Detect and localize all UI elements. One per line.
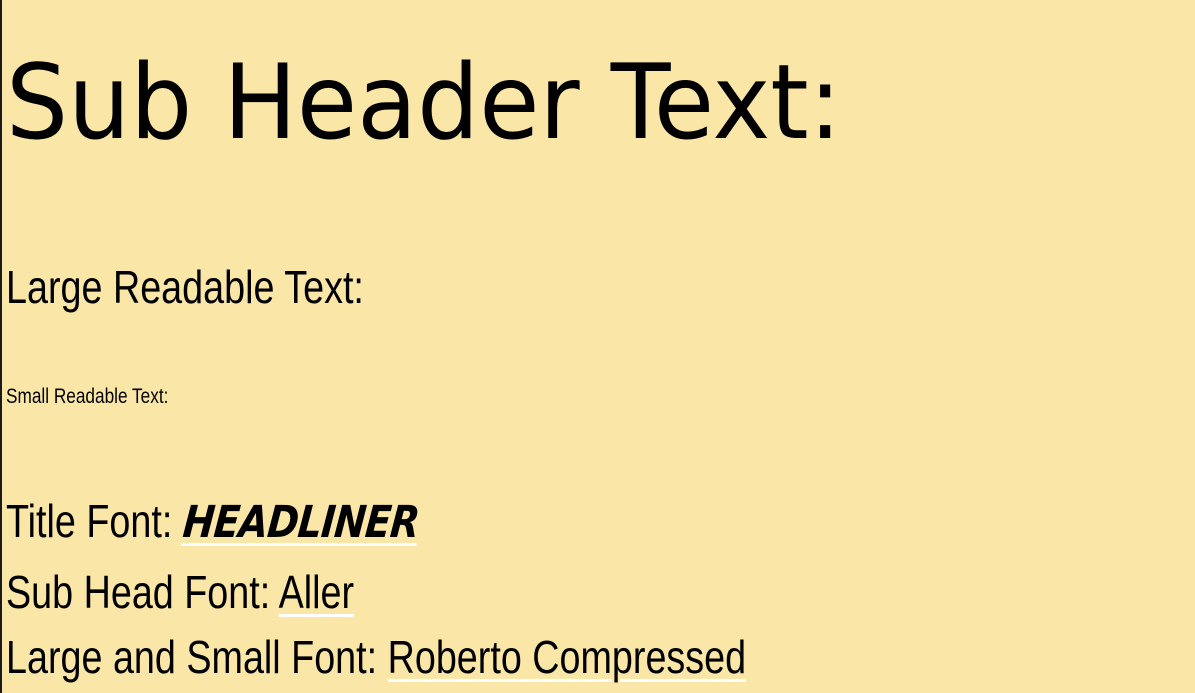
large-small-font-row: Large and Small Font: Roberto Compressed	[6, 630, 746, 685]
large-small-font-link[interactable]: Roberto Compressed	[388, 631, 747, 683]
large-small-font-label: Large and Small Font:	[6, 631, 388, 683]
sub-head-font-row: Sub Head Font: Aller	[6, 565, 354, 620]
title-font-label: Title Font:	[6, 495, 183, 547]
large-readable-text-sample: Large Readable Text:	[6, 261, 364, 313]
sub-head-font-label: Sub Head Font:	[6, 566, 279, 618]
sub-head-font-link[interactable]: Aller	[279, 566, 354, 618]
small-readable-text-sample: Small Readable Text:	[6, 385, 169, 408]
title-font-link[interactable]: HEADLINER	[180, 497, 421, 550]
sub-header-text-sample: Sub Header Text:	[6, 43, 842, 163]
title-font-row: Title Font: HEADLINER	[6, 494, 421, 550]
style-guide-panel: Sub Header Text: Large Readable Text: Sm…	[0, 0, 1195, 693]
